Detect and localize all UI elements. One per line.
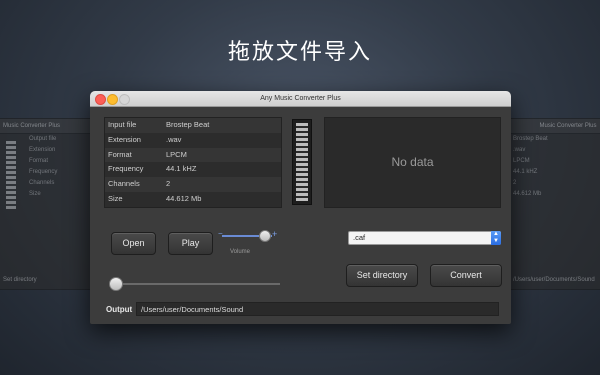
set-directory-button[interactable]: Set directory (346, 264, 418, 287)
main-window: Any Music Converter Plus Input file Bros… (90, 91, 511, 324)
chevron-up-down-icon[interactable]: ▲ ▼ (491, 231, 501, 245)
page-headline: 拖放文件导入 (227, 40, 372, 65)
background-row: 2 (513, 180, 517, 186)
level-meter (292, 119, 312, 205)
volume-up-icon: + (272, 229, 278, 239)
waveform-display: No data (324, 117, 501, 208)
background-row: Brostep Beat (513, 136, 548, 142)
background-row: 44.612 Mb (513, 191, 542, 197)
info-value: 44.1 kHZ (166, 164, 197, 174)
title-bar[interactable]: Any Music Converter Plus (90, 91, 511, 107)
background-footer: Set directory (3, 277, 37, 283)
background-row: LPCM (513, 158, 530, 164)
info-key: Format (108, 149, 132, 159)
info-row-input-file: Input file Brostep Beat (105, 118, 281, 133)
window-title: Any Music Converter Plus (260, 95, 341, 102)
seek-slider-knob[interactable] (109, 277, 123, 291)
info-value: LPCM (166, 149, 187, 159)
background-row: 44.1 kHZ (513, 169, 538, 175)
info-row-channels: Channels 2 (105, 177, 281, 192)
output-label: Output (106, 305, 133, 314)
info-key: Input file (108, 120, 137, 129)
info-row-format: Format LPCM (105, 147, 281, 163)
background-window-right: Music Converter Plus Brostep Beat .wav L… (508, 118, 600, 290)
info-row-extension: Extension .wav (105, 133, 281, 148)
background-level-meter (6, 141, 16, 209)
volume-label: Volume (230, 249, 251, 255)
file-info-table: Input file Brostep Beat Extension .wav F… (104, 117, 282, 208)
info-row-frequency: Frequency 44.1 kHZ (105, 162, 281, 177)
seek-slider[interactable] (114, 283, 280, 285)
volume-slider-knob[interactable] (258, 230, 271, 242)
convert-button[interactable]: Convert (430, 264, 502, 287)
output-path-field[interactable]: /Users/user/Documents/Sound (136, 302, 499, 316)
play-button[interactable]: Play (168, 232, 213, 255)
info-value: 2 (166, 179, 171, 189)
info-value: 44.612 Mb (166, 193, 202, 203)
level-meter-bars (296, 123, 308, 201)
open-button[interactable]: Open (111, 232, 156, 255)
info-key: Size (108, 193, 123, 203)
background-window-title: Music Converter Plus (509, 119, 600, 134)
info-key: Channels (108, 179, 140, 189)
background-footer: /Users/user/Documents/Sound (513, 277, 595, 283)
info-key: Extension (108, 134, 141, 144)
info-key: Frequency (108, 164, 144, 174)
background-row: .wav (513, 147, 526, 153)
output-format-value: .caf (353, 233, 366, 242)
info-value: Brostep Beat (166, 120, 210, 129)
output-format-select[interactable]: .caf ▲ ▼ (348, 231, 501, 245)
info-row-size: Size 44.612 Mb (105, 192, 281, 207)
info-value: .wav (166, 134, 182, 144)
